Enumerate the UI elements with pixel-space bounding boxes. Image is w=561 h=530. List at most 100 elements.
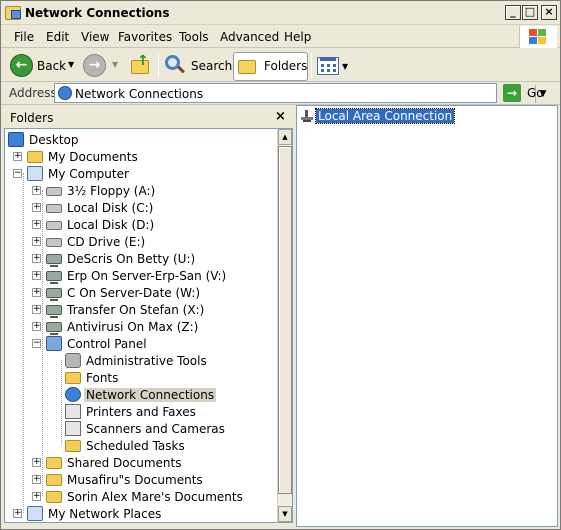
folders-icon xyxy=(238,60,256,74)
windows-logo xyxy=(519,26,557,48)
expand-icon[interactable]: + xyxy=(32,220,41,229)
tree-item-label: Administrative Tools xyxy=(86,354,207,368)
tree-item-label: CD Drive (E:) xyxy=(67,235,146,249)
tree-item[interactable]: + C On Server-Date (W:) xyxy=(5,284,275,301)
expand-icon[interactable]: + xyxy=(32,254,41,263)
tree-item[interactable]: Scanners and Cameras xyxy=(5,420,275,437)
up-folder-button[interactable]: ↑ xyxy=(127,52,153,80)
network-drive-icon xyxy=(46,288,62,301)
expand-icon[interactable]: + xyxy=(32,492,41,501)
tree-item-label: C On Server-Date (W:) xyxy=(67,286,201,300)
views-icon xyxy=(317,57,339,75)
scroll-down-icon[interactable]: ▼ xyxy=(278,506,292,522)
expand-icon[interactable]: + xyxy=(13,509,22,518)
tree-item[interactable]: + My Documents xyxy=(5,148,275,165)
drive-icon xyxy=(46,204,62,213)
scanner-icon xyxy=(65,421,81,436)
expand-icon[interactable]: + xyxy=(32,271,41,280)
tree-item[interactable]: + Local Disk (D:) xyxy=(5,216,275,233)
tree-item[interactable]: + Shared Documents xyxy=(5,454,275,471)
tree-item[interactable]: + CD Drive (E:) xyxy=(5,233,275,250)
collapse-icon[interactable]: − xyxy=(32,339,41,348)
tree-scrollbar[interactable]: ▲ ▼ xyxy=(277,128,293,523)
scroll-up-icon[interactable]: ▲ xyxy=(278,129,292,145)
scroll-thumb[interactable] xyxy=(278,146,292,494)
windows-flag-icon xyxy=(529,29,547,45)
forward-dropdown-icon[interactable]: ▼ xyxy=(112,60,118,69)
explorer-window: Network Connections _ □ × File Edit View… xyxy=(0,0,561,530)
expand-icon[interactable]: + xyxy=(32,203,41,212)
title-bar[interactable]: Network Connections _ □ × xyxy=(1,1,560,25)
floppy-icon xyxy=(46,187,62,196)
tree-item-label: Control Panel xyxy=(67,337,147,351)
menu-help[interactable]: Help xyxy=(284,30,311,44)
expand-icon[interactable]: + xyxy=(32,458,41,467)
tree-item-label: Musafiru"s Documents xyxy=(67,473,203,487)
folder-icon xyxy=(46,457,62,469)
go-arrow-icon[interactable]: → xyxy=(503,84,521,102)
menu-edit[interactable]: Edit xyxy=(46,30,69,44)
tree-item[interactable]: + Musafiru"s Documents xyxy=(5,471,275,488)
content-pane: Local Area Connection xyxy=(296,105,558,527)
tree-item[interactable]: + Local Disk (C:) xyxy=(5,199,275,216)
maximize-button[interactable]: □ xyxy=(522,5,538,20)
expand-icon[interactable]: + xyxy=(32,288,41,297)
expand-icon[interactable]: + xyxy=(32,322,41,331)
folders-button[interactable]: Folders xyxy=(233,52,308,81)
control-panel-icon xyxy=(46,336,62,351)
tree-item[interactable]: + Sorin Alex Mare's Documents xyxy=(5,488,275,505)
menu-advanced[interactable]: Advanced xyxy=(220,30,279,44)
tree-item[interactable]: + My Network Places xyxy=(5,505,275,522)
tree-item-label: Scheduled Tasks xyxy=(86,439,185,453)
menu-view[interactable]: View xyxy=(81,30,109,44)
back-button[interactable]: ← Back ▼ xyxy=(7,52,79,80)
network-drive-icon xyxy=(46,305,62,318)
cd-drive-icon xyxy=(46,238,62,247)
back-arrow-icon: ← xyxy=(10,54,33,77)
expand-icon[interactable]: + xyxy=(32,186,41,195)
network-drive-icon xyxy=(46,254,62,267)
tree-item[interactable]: Network Connections xyxy=(5,386,275,403)
tree-item[interactable]: Desktop xyxy=(5,131,275,148)
collapse-icon[interactable]: − xyxy=(13,169,22,178)
tree-item[interactable]: +3½ Floppy (A:) xyxy=(5,182,275,199)
drive-icon xyxy=(46,221,62,230)
expand-icon[interactable]: + xyxy=(13,152,22,161)
window-title: Network Connections xyxy=(25,6,170,20)
tree-item[interactable]: Printers and Faxes xyxy=(5,403,275,420)
close-button[interactable]: × xyxy=(541,5,557,20)
address-input[interactable]: Network Connections ▼ xyxy=(54,83,550,103)
search-button[interactable]: Search xyxy=(163,52,232,80)
menu-file[interactable]: File xyxy=(14,30,34,44)
back-dropdown-icon[interactable]: ▼ xyxy=(68,60,74,69)
toolbar-separator xyxy=(158,53,159,78)
tree-item[interactable]: + Antivirusi On Max (Z:) xyxy=(5,318,275,335)
tree-item[interactable]: + DeScris On Betty (U:) xyxy=(5,250,275,267)
folder-tree: Desktop + My Documents − My Computer +3½ Flop… xyxy=(4,128,278,523)
expand-icon[interactable]: + xyxy=(32,237,41,246)
menu-tools[interactable]: Tools xyxy=(179,30,209,44)
tree-item[interactable]: − My Computer xyxy=(5,165,275,182)
tree-item[interactable]: Scheduled Tasks xyxy=(5,437,275,454)
tree-item[interactable]: − Control Panel xyxy=(5,335,275,352)
views-dropdown-icon[interactable]: ▼ xyxy=(342,62,348,71)
tree-item-label: My Documents xyxy=(48,150,138,164)
desktop-icon xyxy=(8,132,24,147)
folders-pane-close-icon[interactable]: × xyxy=(275,109,286,124)
tree-item-label: My Computer xyxy=(48,167,129,181)
tree-item[interactable]: + Erp On Server-Erp-San (V:) xyxy=(5,267,275,284)
folders-label: Folders xyxy=(264,59,308,73)
menu-favorites[interactable]: Favorites xyxy=(118,30,172,44)
lan-connection-icon xyxy=(300,110,314,122)
tree-item[interactable]: Administrative Tools xyxy=(5,352,275,369)
forward-button[interactable]: → ▼ xyxy=(81,52,123,80)
views-button[interactable]: ▼ xyxy=(317,55,351,77)
printer-icon xyxy=(65,404,81,419)
expand-icon[interactable]: + xyxy=(32,475,41,484)
expand-icon[interactable]: + xyxy=(32,305,41,314)
go-button[interactable]: Go xyxy=(527,86,544,100)
tree-item[interactable]: Fonts xyxy=(5,369,275,386)
computer-icon xyxy=(27,166,43,181)
tree-item[interactable]: + Transfer On Stefan (X:) xyxy=(5,301,275,318)
minimize-button[interactable]: _ xyxy=(505,5,521,20)
